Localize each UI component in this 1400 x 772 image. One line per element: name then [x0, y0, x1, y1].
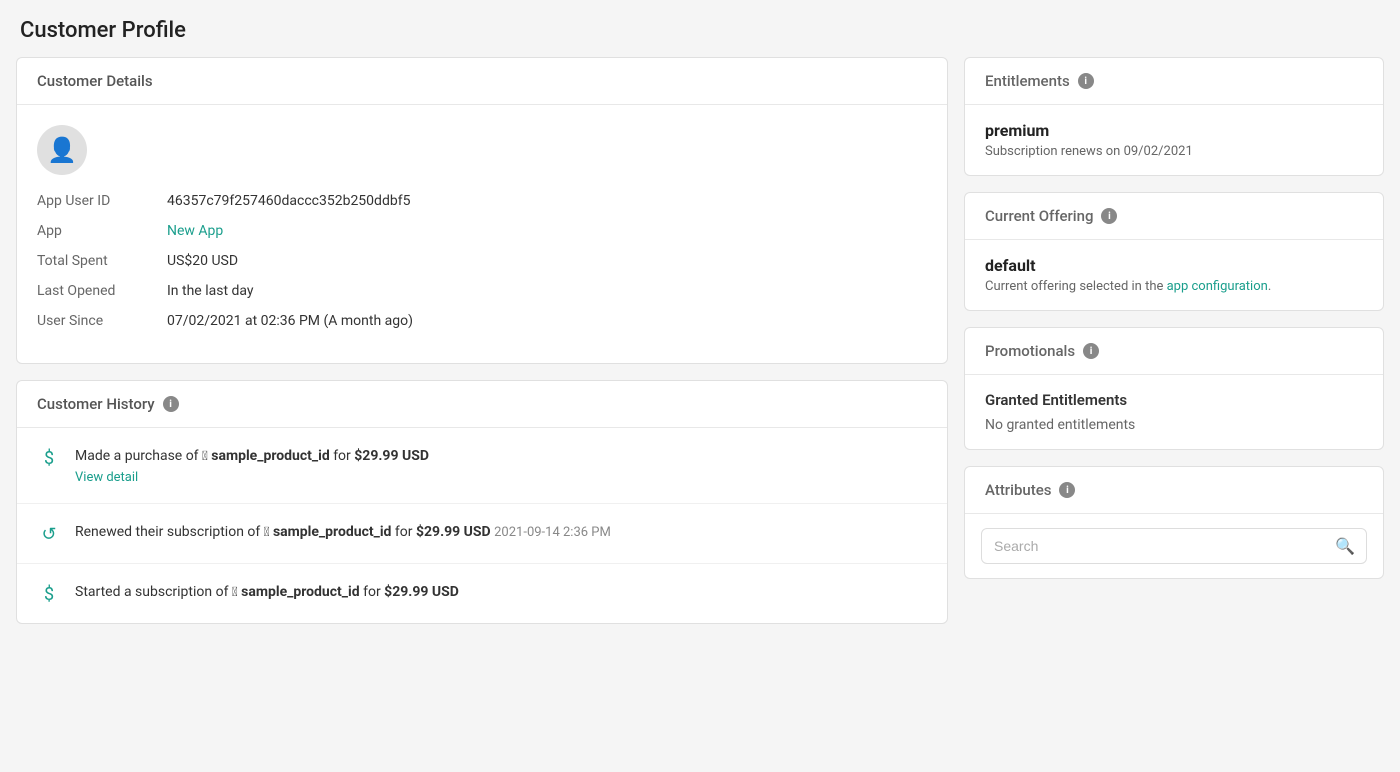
history-timestamp-2: 2021-09-14 2:36 PM	[494, 525, 611, 540]
history-item-3: $ Started a subscription of  sample_pro…	[17, 564, 947, 623]
entitlements-card: Entitlements i premium Subscription rene…	[964, 57, 1384, 176]
history-item-2: ↺ Renewed their subscription of  sample…	[17, 504, 947, 564]
history-content-3: Started a subscription of  sample_produ…	[75, 582, 459, 603]
attributes-search-input[interactable]	[981, 528, 1367, 564]
promotionals-header: Promotionals i	[965, 328, 1383, 375]
last-opened-value: In the last day	[167, 283, 927, 299]
total-spent-label: Total Spent	[37, 253, 167, 269]
history-item-1: $ Made a purchase of  sample_product_id…	[17, 428, 947, 504]
user-since-label: User Since	[37, 313, 167, 329]
offering-description: Current offering selected in the app con…	[985, 279, 1363, 294]
offering-desc-prefix: Current offering selected in the	[985, 279, 1163, 294]
attributes-info-icon[interactable]: i	[1059, 482, 1075, 498]
purchase-icon: $	[37, 448, 61, 469]
customer-details-card: Customer Details 👤 App User ID 46357c79f…	[16, 57, 948, 364]
granted-none: No granted entitlements	[985, 417, 1363, 433]
current-offering-card: Current Offering i default Current offer…	[964, 192, 1384, 311]
entitlements-info-icon[interactable]: i	[1078, 73, 1094, 89]
history-info-icon[interactable]: i	[163, 396, 179, 412]
app-label: App	[37, 223, 167, 239]
user-since-value: 07/02/2021 at 02:36 PM (A month ago)	[167, 313, 927, 329]
view-detail-link-1[interactable]: View detail	[75, 470, 429, 485]
person-icon: 👤	[47, 136, 77, 164]
attributes-search-container: 🔍	[965, 514, 1383, 578]
granted-title: Granted Entitlements	[985, 391, 1363, 409]
history-content-2: Renewed their subscription of  sample_p…	[75, 522, 611, 543]
renewal-icon: ↺	[37, 524, 61, 545]
app-user-id-row: App User ID 46357c79f257460daccc352b250d…	[37, 193, 927, 209]
app-user-id-value: 46357c79f257460daccc352b250ddbf5	[167, 193, 927, 209]
attributes-card: Attributes i 🔍	[964, 466, 1384, 579]
entitlement-renewal: Subscription renews on 09/02/2021	[985, 144, 1363, 159]
page-title: Customer Profile	[0, 0, 1400, 57]
entitlements-header: Entitlements i	[965, 58, 1383, 105]
user-since-row: User Since 07/02/2021 at 02:36 PM (A mon…	[37, 313, 927, 329]
promotionals-title: Promotionals	[985, 342, 1075, 360]
total-spent-row: Total Spent US$20 USD	[37, 253, 927, 269]
customer-details-title: Customer Details	[37, 72, 153, 90]
app-link[interactable]: New App	[167, 223, 927, 239]
customer-history-header: Customer History i	[17, 381, 947, 428]
offering-name: default	[985, 256, 1363, 275]
entitlement-name: premium	[985, 121, 1363, 140]
apple-icon-3: 	[232, 585, 238, 600]
offering-desc-suffix: .	[1268, 279, 1271, 294]
current-offering-header: Current Offering i	[965, 193, 1383, 240]
attributes-title: Attributes	[985, 481, 1051, 499]
history-content-1: Made a purchase of  sample_product_id f…	[75, 446, 429, 485]
promotionals-card: Promotionals i Granted Entitlements No g…	[964, 327, 1384, 450]
customer-details-header: Customer Details	[17, 58, 947, 105]
app-user-id-label: App User ID	[37, 193, 167, 209]
customer-history-title: Customer History	[37, 395, 155, 413]
customer-details-body: 👤 App User ID 46357c79f257460daccc352b25…	[17, 105, 947, 363]
promotionals-body: Granted Entitlements No granted entitlem…	[965, 375, 1383, 449]
started-icon: $	[37, 584, 61, 605]
apple-icon-1: 	[202, 449, 208, 464]
entitlements-body: premium Subscription renews on 09/02/202…	[965, 105, 1383, 175]
current-offering-info-icon[interactable]: i	[1101, 208, 1117, 224]
history-text-2: Renewed their subscription of  sample_p…	[75, 524, 494, 540]
avatar: 👤	[37, 125, 87, 175]
history-text-1: Made a purchase of  sample_product_id f…	[75, 448, 429, 464]
customer-history-card: Customer History i $ Made a purchase of …	[16, 380, 948, 624]
app-configuration-link[interactable]: app configuration	[1167, 279, 1268, 294]
apple-icon-2: 	[264, 525, 270, 540]
current-offering-body: default Current offering selected in the…	[965, 240, 1383, 310]
attributes-header: Attributes i	[965, 467, 1383, 514]
entitlements-title: Entitlements	[985, 72, 1070, 90]
history-text-3: Started a subscription of  sample_produ…	[75, 584, 459, 600]
last-opened-row: Last Opened In the last day	[37, 283, 927, 299]
promotionals-info-icon[interactable]: i	[1083, 343, 1099, 359]
total-spent-value: US$20 USD	[167, 253, 927, 269]
current-offering-title: Current Offering	[985, 207, 1093, 225]
last-opened-label: Last Opened	[37, 283, 167, 299]
app-row: App New App	[37, 223, 927, 239]
